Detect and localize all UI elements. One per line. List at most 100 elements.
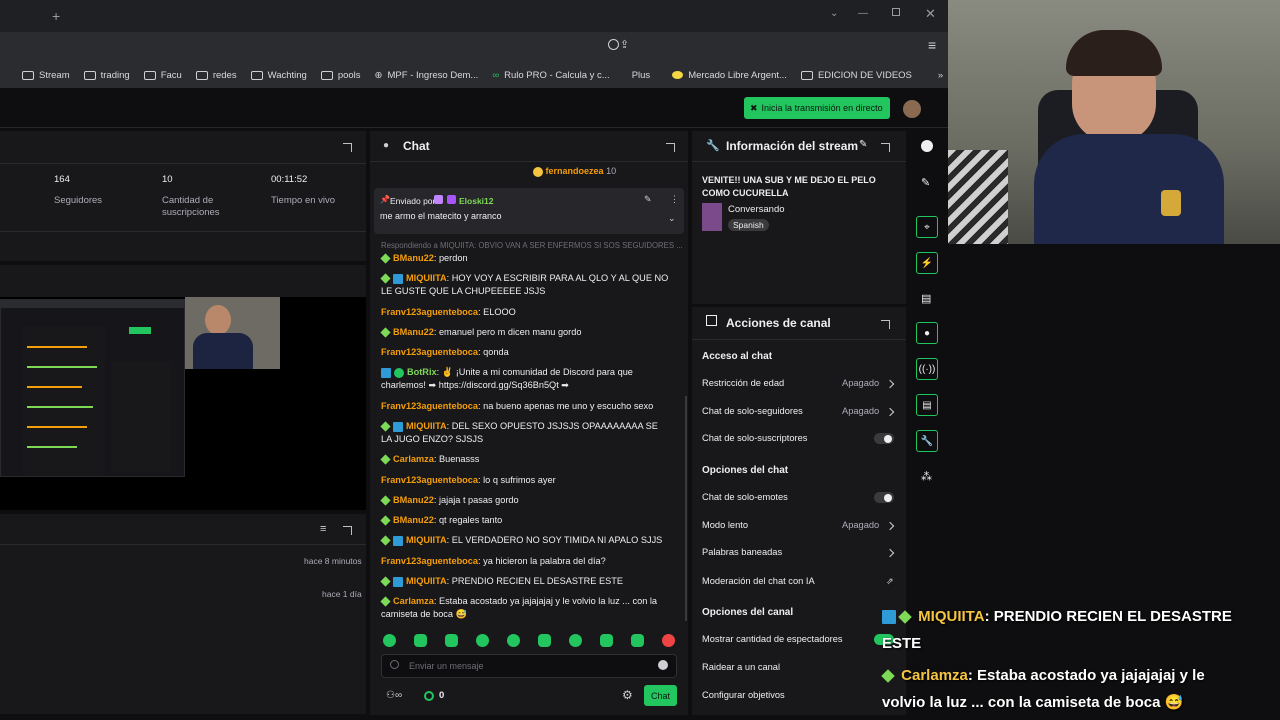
followers-only-row[interactable]: Chat de solo-seguidores: [702, 406, 803, 416]
slow-mode-row[interactable]: Modo lento: [702, 520, 748, 530]
sidebar-activity-button[interactable]: ▤: [916, 394, 938, 416]
bookmark-mpf[interactable]: ⊕ MPF - Ingreso Dem...: [375, 70, 479, 81]
banned-words-row[interactable]: Palabras baneadas: [702, 547, 782, 557]
bookmark-wachting[interactable]: Wachting: [250, 70, 307, 81]
zoom-icon[interactable]: [608, 39, 619, 50]
bookmark-mercado-libre[interactable]: Mercado Libre Argent...: [672, 70, 787, 81]
emote-icon[interactable]: [569, 634, 582, 647]
chat-message: BotRix: ✌ ¡Unite a mi comunidad de Disco…: [381, 367, 633, 390]
chevron-down-icon[interactable]: ⌄: [668, 213, 676, 224]
overlay-message: Carlamza: Estaba acostado ya jajajajaj y…: [881, 662, 1205, 690]
bookmark-trading[interactable]: trading: [83, 70, 130, 81]
globe-icon: ⊕: [374, 69, 383, 81]
streamer-shirt: [1034, 134, 1224, 244]
sidebar-broadcast-button[interactable]: ((·)): [916, 358, 938, 380]
section-heading: Opciones del chat: [702, 465, 789, 476]
popout-icon[interactable]: [343, 143, 352, 152]
chat-message: MIQUIITA: HOY VOY A ESCRIBIR PARA AL QLO…: [380, 273, 669, 296]
close-window-icon[interactable]: ✕: [925, 6, 936, 22]
overlay-message-cont: volvio la luz ... con la camiseta de boc…: [882, 694, 1184, 711]
emote-icon[interactable]: [414, 634, 427, 647]
emote-icon[interactable]: [383, 634, 396, 647]
subs-label: Cantidad de suscripciones: [162, 195, 220, 218]
go-live-button[interactable]: ✖ Inicia la transmisión en directo: [744, 97, 890, 119]
avatar[interactable]: [903, 100, 921, 118]
subscribers-only-toggle[interactable]: [874, 433, 894, 444]
info-icon[interactable]: [921, 140, 933, 152]
popout-icon[interactable]: [881, 320, 890, 329]
unpin-icon[interactable]: ✎: [644, 194, 652, 205]
reply-context: Respondiendo a MIQUIITA: OBVIO VAN A SER…: [381, 241, 683, 250]
channel-actions-title: Acciones de canal: [726, 316, 831, 330]
filter-icon[interactable]: ≡: [320, 523, 326, 535]
share-icon[interactable]: ⇪: [620, 38, 629, 51]
category-thumbnail: [702, 203, 722, 231]
popout-icon[interactable]: [666, 143, 675, 152]
show-viewers-row: Mostrar cantidad de espectadores: [702, 634, 843, 644]
preview-screen: [0, 299, 185, 477]
folder-icon: [83, 70, 96, 80]
menu-icon[interactable]: ≡: [928, 37, 936, 53]
external-link-icon[interactable]: ⇗: [886, 576, 894, 587]
sidebar-stats-button[interactable]: ⌖: [916, 216, 938, 238]
emote-icon[interactable]: [476, 634, 489, 647]
slow-mode-value: Apagado: [842, 520, 880, 530]
chat-input[interactable]: Enviar un mensaje: [381, 654, 677, 678]
subscribers-only-row: Chat de solo-suscriptores: [702, 433, 808, 443]
send-chat-button[interactable]: Chat: [644, 685, 677, 706]
badge-icon: [434, 195, 443, 204]
ai-moderation-row[interactable]: Moderación del chat con IA: [702, 576, 815, 586]
notes-icon[interactable]: ▤: [921, 292, 931, 305]
preview-overlay-text: [170, 475, 290, 509]
folder-icon: [22, 70, 34, 80]
bookmark-pools[interactable]: pools: [320, 70, 361, 81]
gem-badge-icon: [380, 515, 391, 526]
points-icon: [424, 691, 434, 701]
emote-only-toggle[interactable]: [874, 492, 894, 503]
emote-icon[interactable]: [631, 634, 644, 647]
emote-icon[interactable]: [662, 634, 675, 647]
bookmark-plus[interactable]: Plus: [632, 70, 650, 81]
emote-icon[interactable]: [600, 634, 613, 647]
chat-icon: ●: [923, 327, 931, 339]
raid-row[interactable]: Raidear a un canal: [702, 662, 780, 672]
bookmark-edicion[interactable]: EDICION DE VIDEOS: [800, 70, 912, 81]
sidebar-actions-button[interactable]: ⚡: [916, 252, 938, 274]
wrench-icon: 🔧: [920, 435, 934, 447]
subs-count: 10: [162, 174, 173, 185]
chat-message: BManu22: qt regales tanto: [380, 514, 671, 527]
bookmark-rulo-pro[interactable]: ∞ Rulo PRO - Calcula y c...: [492, 70, 609, 81]
bookmark-stream[interactable]: Stream: [22, 70, 70, 81]
handshake-icon: [672, 71, 684, 79]
emote-icon[interactable]: [445, 634, 458, 647]
popout-icon[interactable]: [881, 143, 890, 152]
tab-list-icon[interactable]: ⌄: [830, 8, 838, 19]
emote-icon[interactable]: [538, 634, 551, 647]
preview-webcam: [185, 297, 280, 369]
goals-row[interactable]: Configurar objetivos: [702, 690, 785, 700]
bookmark-redes[interactable]: redes: [195, 70, 237, 81]
more-bookmarks-icon[interactable]: »: [938, 70, 943, 81]
emoji-icon[interactable]: [658, 660, 668, 670]
users-icon[interactable]: ⚇∞: [386, 690, 402, 701]
new-tab-icon[interactable]: +: [52, 8, 60, 24]
emote-icon[interactable]: [507, 634, 520, 647]
chat-message: BManu22: perdon: [380, 252, 671, 265]
chat-settings-icon[interactable]: ⚙: [622, 688, 633, 702]
popout-icon[interactable]: [343, 526, 352, 535]
verified-badge-icon: [381, 367, 391, 378]
apps-icon[interactable]: ⁂: [921, 470, 932, 483]
age-restriction-row[interactable]: Restricción de edad: [702, 378, 784, 388]
edit-layout-icon[interactable]: ✎: [921, 176, 930, 189]
bookmark-facu[interactable]: Facu: [143, 70, 182, 81]
more-icon[interactable]: ⋮: [670, 194, 679, 205]
edit-icon[interactable]: ✎: [859, 139, 867, 150]
badge-icon: [447, 195, 456, 204]
sidebar-tools-button[interactable]: 🔧: [916, 430, 938, 452]
minimize-icon[interactable]: —: [858, 8, 868, 19]
pinned-message[interactable]: 📌 Enviado por Eloski12 me armo el mateci…: [374, 188, 684, 234]
sidebar-chat-button[interactable]: ●: [916, 322, 938, 344]
chat-scrollbar[interactable]: [685, 396, 687, 621]
maximize-icon[interactable]: [892, 8, 900, 16]
chat-message: BManu22: emanuel pero m dicen manu gordo: [380, 326, 671, 339]
